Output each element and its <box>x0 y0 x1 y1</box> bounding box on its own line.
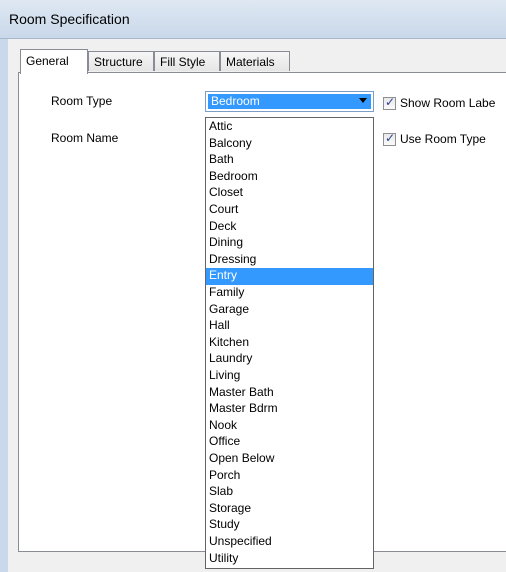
use-room-type-text: Use Room Type <box>400 132 486 146</box>
tab-fill-style[interactable]: Fill Style <box>154 51 220 71</box>
checkmark-icon: ✓ <box>385 95 396 109</box>
dropdown-option-dining[interactable]: Dining <box>206 235 373 252</box>
room-type-label: Room Type <box>51 94 113 108</box>
dropdown-option-garage[interactable]: Garage <box>206 302 373 319</box>
tab-structure[interactable]: Structure <box>88 51 154 71</box>
dropdown-option-office[interactable]: Office <box>206 434 373 451</box>
dropdown-option-master-bdrm[interactable]: Master Bdrm <box>206 401 373 418</box>
dropdown-option-hall[interactable]: Hall <box>206 318 373 335</box>
window-title: Room Specification <box>9 11 130 27</box>
tab-general-label: General <box>26 54 69 68</box>
dropdown-option-balcony[interactable]: Balcony <box>206 136 373 153</box>
dropdown-option-unspecified[interactable]: Unspecified <box>206 534 373 551</box>
dropdown-option-deck[interactable]: Deck <box>206 219 373 236</box>
dropdown-option-kitchen[interactable]: Kitchen <box>206 335 373 352</box>
dropdown-option-court[interactable]: Court <box>206 202 373 219</box>
dropdown-option-utility[interactable]: Utility <box>206 551 373 568</box>
dropdown-option-study[interactable]: Study <box>206 517 373 534</box>
tab-general[interactable]: General <box>20 49 88 74</box>
room-specification-dialog: Room Specification General Structure Fil… <box>0 0 506 572</box>
dropdown-option-closet[interactable]: Closet <box>206 185 373 202</box>
dropdown-option-slab[interactable]: Slab <box>206 484 373 501</box>
dropdown-option-dressing[interactable]: Dressing <box>206 252 373 269</box>
dropdown-option-storage[interactable]: Storage <box>206 501 373 518</box>
tab-materials[interactable]: Materials <box>220 51 290 71</box>
tab-fill-style-label: Fill Style <box>160 55 206 69</box>
dropdown-option-master-bath[interactable]: Master Bath <box>206 385 373 402</box>
checkmark-icon: ✓ <box>385 131 396 145</box>
tab-structure-label: Structure <box>94 55 143 69</box>
room-type-value: Bedroom <box>208 94 371 109</box>
title-bar[interactable]: Room Specification <box>0 0 506 39</box>
show-room-label-text: Show Room Labe <box>400 96 496 110</box>
room-type-combobox[interactable]: Bedroom <box>205 91 374 112</box>
window-frame <box>0 39 8 572</box>
dropdown-option-porch[interactable]: Porch <box>206 468 373 485</box>
checkbox-box[interactable]: ✓ <box>383 131 396 146</box>
dropdown-option-laundry[interactable]: Laundry <box>206 351 373 368</box>
dropdown-option-bath[interactable]: Bath <box>206 152 373 169</box>
dropdown-option-living[interactable]: Living <box>206 368 373 385</box>
dropdown-option-nook[interactable]: Nook <box>206 418 373 435</box>
dropdown-option-family[interactable]: Family <box>206 285 373 302</box>
checkbox-box[interactable]: ✓ <box>383 95 396 110</box>
chevron-down-icon[interactable] <box>359 98 367 103</box>
tab-materials-label: Materials <box>226 55 275 69</box>
dropdown-option-bedroom[interactable]: Bedroom <box>206 169 373 186</box>
dropdown-option-open-below[interactable]: Open Below <box>206 451 373 468</box>
dropdown-option-entry[interactable]: Entry <box>206 268 373 285</box>
room-type-dropdown-list[interactable]: Attic Balcony Bath Bedroom Closet Court Deck Di… <box>205 117 374 569</box>
dropdown-option-attic[interactable]: Attic <box>206 119 373 136</box>
room-name-label: Room Name <box>51 131 119 145</box>
